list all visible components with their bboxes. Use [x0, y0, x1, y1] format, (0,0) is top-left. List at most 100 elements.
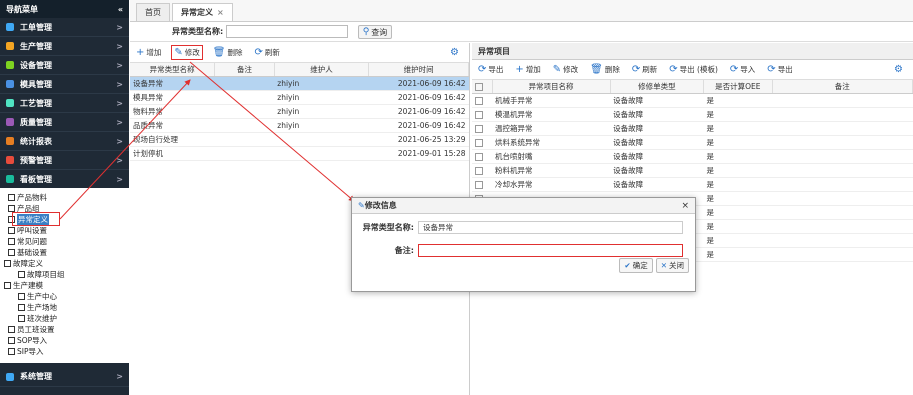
sidebar-item[interactable]: 统计报表 >	[0, 132, 129, 151]
column-header[interactable]: 维护时间	[368, 63, 469, 77]
table-cell	[772, 205, 913, 220]
search-input[interactable]	[226, 25, 349, 38]
table-cell: 粉料机异常	[492, 163, 611, 178]
query-button[interactable]: ⚲ 查询	[358, 25, 392, 39]
tree-item[interactable]: 班次维护	[0, 313, 129, 324]
refresh-button[interactable]: ⟳ 刷新	[252, 45, 281, 60]
table-row[interactable]: 粉料机异常 设备故障是	[472, 163, 913, 178]
table-row[interactable]: 烘料系统异常 设备故障是	[472, 135, 913, 150]
table-row[interactable]: 设备异常 zhiyin 2021-06-09 16:42	[130, 76, 469, 91]
table-row[interactable]: 冷却水异常 设备故障是	[472, 177, 913, 192]
collapse-icon[interactable]: «	[118, 5, 123, 14]
cancel-label: 关闭	[669, 261, 684, 270]
table-cell: zhiyin	[274, 90, 369, 105]
right-toolbar-button[interactable]: ✎ 修改	[551, 62, 580, 77]
column-header[interactable]: 异常类型名称	[130, 63, 216, 77]
sidebar-item[interactable]: 质量管理 >	[0, 113, 129, 132]
row-checkbox[interactable]	[475, 110, 483, 119]
right-toolbar-button[interactable]: ⟳ 导出 (模板)	[667, 62, 720, 77]
table-cell	[214, 76, 275, 91]
tree-item[interactable]: SOP导入	[0, 335, 129, 346]
sidebar-item[interactable]: 看板管理 >	[0, 170, 129, 189]
tree-item[interactable]: 员工班设置	[0, 324, 129, 335]
gear-icon[interactable]: ⚙	[450, 47, 459, 58]
right-toolbar-button[interactable]: ⟳ 导入	[728, 62, 757, 77]
edit-button[interactable]: ✎ 修改	[171, 45, 203, 60]
sidebar-item[interactable]: 设备管理 >	[0, 56, 129, 75]
modal-title: ✎修改信息	[358, 200, 397, 211]
tree-item[interactable]: 故障定义	[0, 258, 129, 269]
right-toolbar-button[interactable]: ⟳ 刷新	[630, 62, 659, 77]
sidebar-item-label: 看板管理	[20, 174, 52, 184]
table-row[interactable]: 计划停机 2021-09-01 15:28	[130, 146, 469, 161]
chevron-right-icon: >	[116, 175, 123, 184]
column-header[interactable]: 是否计算OEE	[703, 80, 773, 94]
right-toolbar-button[interactable]: ⟳ 导出	[765, 62, 794, 77]
table-row[interactable]: 物料异常 zhiyin 2021-06-09 16:42	[130, 104, 469, 119]
table-row[interactable]: 品质异常 zhiyin 2021-06-09 16:42	[130, 118, 469, 133]
sidebar-item[interactable]: 工艺管理 >	[0, 94, 129, 113]
checkbox-cell	[472, 163, 492, 178]
right-toolbar-button[interactable]: ⟳ 导出	[476, 62, 505, 77]
column-header[interactable]	[472, 80, 493, 94]
delete-button[interactable]: 🗑 删除	[211, 45, 245, 60]
row-checkbox[interactable]	[475, 124, 483, 133]
column-header[interactable]: 维护人	[274, 63, 370, 77]
column-header[interactable]: 修修单类型	[610, 80, 705, 94]
tab[interactable]: 首页	[136, 3, 170, 21]
row-checkbox[interactable]	[475, 152, 483, 161]
delete-label: 删除	[227, 48, 243, 57]
row-checkbox[interactable]	[475, 166, 483, 175]
node-icon	[4, 260, 11, 267]
gear-icon[interactable]: ⚙	[894, 64, 903, 75]
column-header[interactable]: 备注	[772, 80, 913, 94]
toolbar-icon: ⟳	[631, 64, 641, 75]
menu-icon	[6, 175, 14, 183]
tree-item[interactable]: 产品物料	[0, 192, 129, 203]
tree-item[interactable]: 生产建模	[0, 280, 129, 291]
table-cell: zhiyin	[274, 104, 369, 119]
row-checkbox[interactable]	[475, 138, 483, 147]
column-header[interactable]: 备注	[214, 63, 275, 77]
right-toolbar: ⟳ 导出 + 增加 ✎ 修改 🗑 删除 ⟳ 刷新 ⟳ 导出 (模板) ⟳ 导入 ⟳ 导出 ⚙	[472, 60, 913, 80]
column-header[interactable]: 异常项目名称	[492, 80, 611, 94]
row-checkbox[interactable]	[475, 180, 483, 189]
search-bar: 异常类型名称: ⚲ 查询	[130, 22, 913, 42]
sidebar-item[interactable]: 生产管理 >	[0, 37, 129, 56]
name-field[interactable]: 设备异常	[418, 220, 683, 234]
table-row[interactable]: 机械手异常 设备故障是	[472, 93, 913, 108]
table-row[interactable]: 温控箱异常 设备故障是	[472, 121, 913, 136]
cancel-button[interactable]: ✕ 关闭	[655, 258, 689, 273]
sidebar-item[interactable]: 工单管理 >	[0, 18, 129, 37]
name-label: 异常类型名称:	[362, 222, 414, 232]
row-checkbox[interactable]	[475, 96, 483, 105]
table-cell	[772, 177, 913, 192]
table-row[interactable]: 模温机异常 设备故障是	[472, 107, 913, 122]
add-button[interactable]: + 增加	[134, 45, 163, 60]
close-icon[interactable]: ×	[681, 201, 689, 211]
menu-icon	[6, 23, 14, 31]
tree-item-label: 产品物料	[17, 193, 47, 202]
table-row[interactable]: 现场自行处理 2021-06-25 13:29	[130, 132, 469, 147]
tree-item[interactable]: 常见问题	[0, 236, 129, 247]
right-toolbar-button[interactable]: 🗑 删除	[588, 62, 622, 77]
tree-item[interactable]: SIP导入	[0, 346, 129, 357]
sidebar-item-system[interactable]: 系统管理 >	[0, 367, 129, 387]
tree-item[interactable]: 呼叫设置	[0, 225, 129, 236]
tree-item[interactable]: 生产中心	[0, 291, 129, 302]
tree-item[interactable]: 生产场地	[0, 302, 129, 313]
table-row[interactable]: 模具异常 zhiyin 2021-06-09 16:42	[130, 90, 469, 105]
right-toolbar-button[interactable]: + 增加	[513, 62, 542, 77]
remark-field[interactable]	[418, 243, 683, 257]
table-cell: 是	[703, 177, 773, 192]
toolbar-label: 增加	[525, 65, 541, 74]
table-row[interactable]: 机台喷射嘴 设备故障是	[472, 149, 913, 164]
close-icon[interactable]: ×	[217, 8, 224, 17]
sidebar-item[interactable]: 模具管理 >	[0, 75, 129, 94]
ok-button[interactable]: ✔ 确定	[619, 258, 653, 273]
sidebar-item[interactable]: 预警管理 >	[0, 151, 129, 170]
tab[interactable]: 异常定义 ×	[172, 3, 233, 21]
tree-item[interactable]: 故障项目组	[0, 269, 129, 280]
tree-item[interactable]: 基础设置	[0, 247, 129, 258]
select-all-checkbox[interactable]	[474, 82, 483, 91]
